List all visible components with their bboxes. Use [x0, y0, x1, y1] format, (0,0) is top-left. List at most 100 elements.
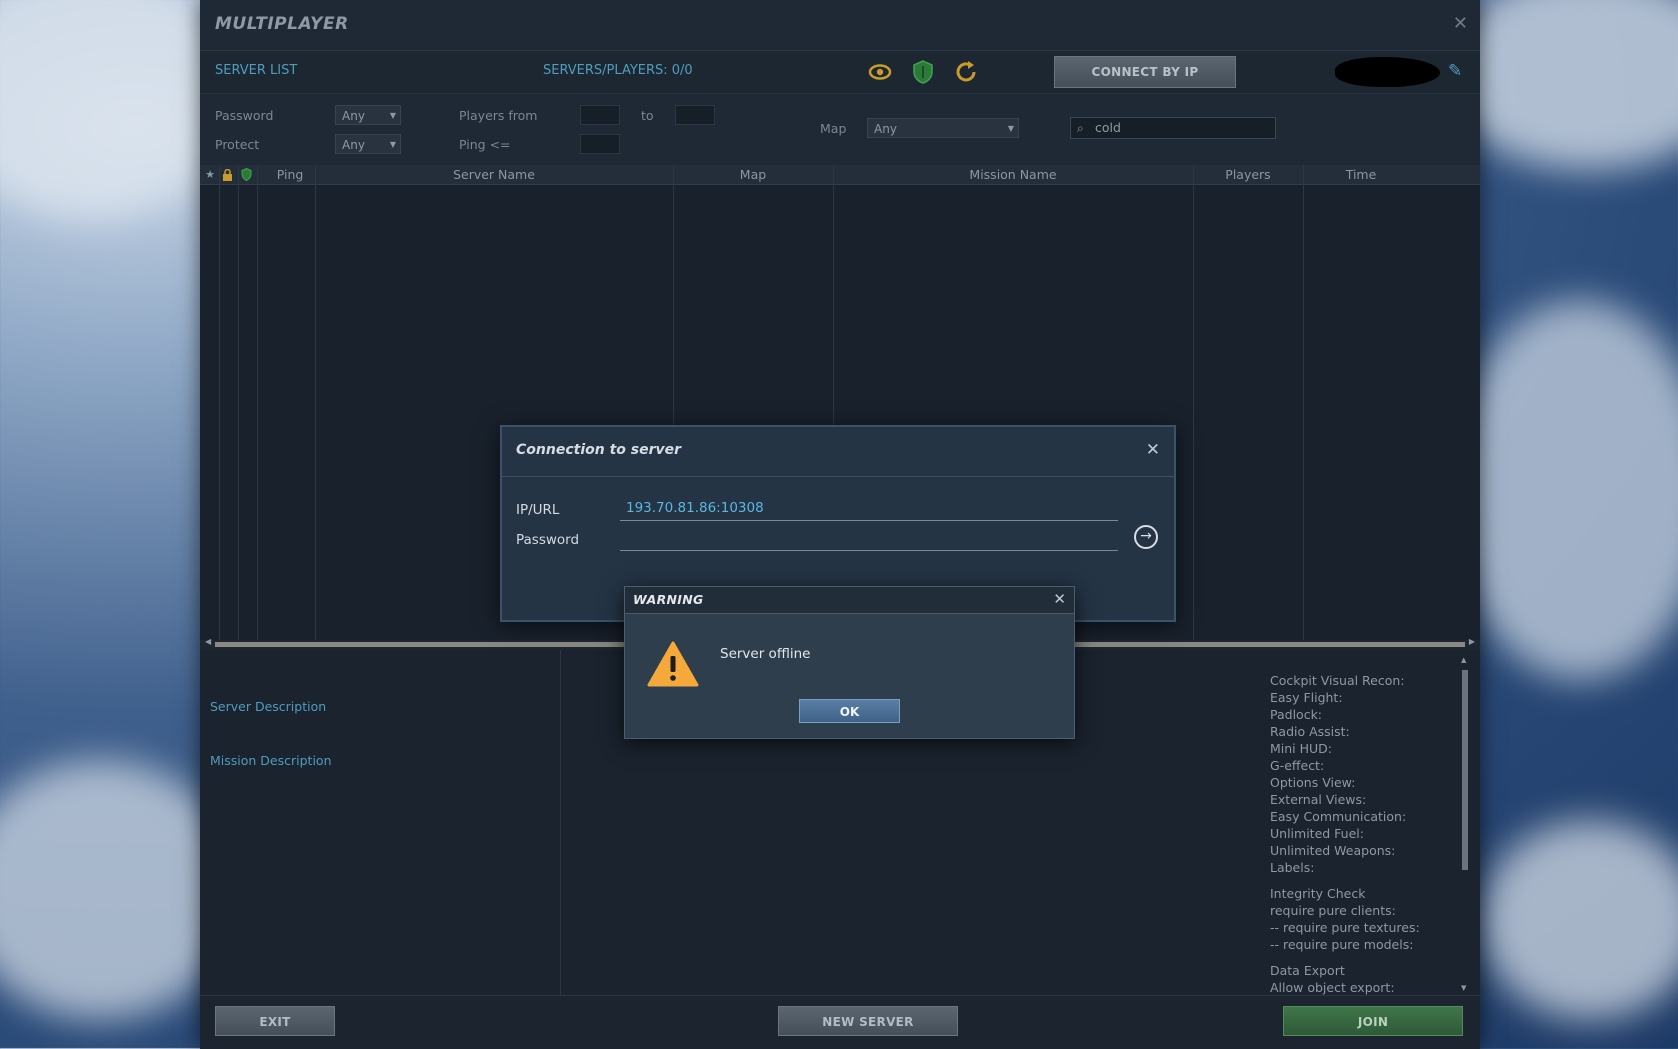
- connection-dialog-title: Connection to server: [516, 442, 682, 458]
- server-table-header: ★ Ping Server Name Map Mission Name Play…: [200, 165, 1480, 185]
- vertical-scrollbar[interactable]: ▲ ▼: [1461, 656, 1468, 992]
- background-cloud: [1450, 300, 1678, 680]
- lock-icon[interactable]: [222, 169, 233, 181]
- option-unlimited-weapons: Unlimited Weapons:: [1270, 843, 1396, 858]
- window-title: MULTIPLAYER: [215, 14, 349, 34]
- integrity-pure-clients: require pure clients:: [1270, 903, 1396, 918]
- map-filter-value: Any: [874, 122, 897, 136]
- toolbar: SERVER LIST SERVERS/PLAYERS: 0/0 CONNECT…: [200, 51, 1480, 93]
- shield-icon[interactable]: [241, 168, 252, 181]
- ip-url-label: IP/URL: [516, 502, 560, 518]
- edit-icon[interactable]: ✎: [1448, 61, 1462, 81]
- protect-filter-value: Any: [342, 138, 365, 152]
- column-time[interactable]: Time: [1303, 167, 1419, 182]
- column-divider: [315, 165, 316, 640]
- column-divider: [257, 165, 258, 640]
- players-to-label: to: [641, 108, 654, 123]
- avatar: [1335, 57, 1440, 87]
- password-input[interactable]: [620, 527, 1118, 551]
- password-filter-select[interactable]: Any ▼: [335, 105, 401, 125]
- option-labels: Labels:: [1270, 860, 1315, 875]
- chevron-down-icon: ▼: [389, 140, 396, 149]
- background-cloud: [1480, 820, 1678, 1020]
- details-divider: [560, 650, 561, 995]
- filters-panel: Password Any ▼ Protect Any ▼ Players from …: [200, 93, 1480, 166]
- data-export-object: Allow object export:: [1270, 980, 1395, 995]
- option-radio-assist: Radio Assist:: [1270, 724, 1350, 739]
- close-icon[interactable]: ✕: [1453, 13, 1468, 34]
- chevron-down-icon: ▼: [389, 111, 396, 120]
- protect-filter-label: Protect: [215, 137, 260, 152]
- scroll-left-icon[interactable]: ◀: [205, 637, 211, 646]
- column-divider: [1303, 165, 1304, 640]
- close-icon[interactable]: ✕: [1053, 590, 1066, 608]
- scroll-up-icon[interactable]: ▲: [1461, 656, 1466, 664]
- column-divider: [219, 165, 220, 640]
- column-divider: [1193, 165, 1194, 640]
- option-g-effect: G-effect:: [1270, 758, 1325, 773]
- integrity-pure-textures: -- require pure textures:: [1270, 920, 1420, 935]
- connect-by-ip-button[interactable]: CONNECT BY IP: [1054, 56, 1236, 88]
- players-from-input[interactable]: [580, 105, 620, 125]
- map-filter-label: Map: [820, 121, 847, 136]
- exit-button[interactable]: EXIT: [215, 1006, 335, 1036]
- search-icon: ⌕: [1077, 121, 1084, 135]
- option-padlock: Padlock:: [1270, 707, 1323, 722]
- warning-dialog-title: WARNING: [633, 592, 704, 607]
- password-filter-value: Any: [342, 109, 365, 123]
- warning-dialog-header: WARNING ✕: [625, 587, 1074, 614]
- integrity-check-heading: Integrity Check: [1270, 886, 1366, 901]
- server-options-list: Cockpit Visual Recon: Easy Flight: Padlo…: [1270, 672, 1420, 996]
- option-cockpit-visual-recon: Cockpit Visual Recon:: [1270, 673, 1405, 688]
- column-ping[interactable]: Ping: [260, 167, 320, 182]
- column-players[interactable]: Players: [1193, 167, 1303, 182]
- chevron-down-icon: ▼: [1007, 124, 1014, 133]
- data-export-heading: Data Export: [1270, 963, 1345, 978]
- option-options-view: Options View:: [1270, 775, 1356, 790]
- column-divider: [238, 165, 239, 640]
- scrollbar-thumb[interactable]: [1462, 670, 1468, 870]
- search-input[interactable]: ⌕ cold: [1070, 117, 1276, 139]
- shield-icon[interactable]: [910, 59, 936, 85]
- option-easy-communication: Easy Communication:: [1270, 809, 1407, 824]
- scroll-right-icon[interactable]: ▶: [1469, 637, 1475, 646]
- warning-dialog: WARNING ✕ Server offline OK: [624, 586, 1075, 739]
- option-mini-hud: Mini HUD:: [1270, 741, 1333, 756]
- map-filter-select[interactable]: Any ▼: [867, 118, 1019, 138]
- mission-description-link[interactable]: Mission Description: [210, 753, 332, 768]
- ok-button[interactable]: OK: [799, 699, 900, 723]
- column-map[interactable]: Map: [673, 167, 833, 182]
- join-button[interactable]: JOIN: [1283, 1006, 1463, 1036]
- integrity-pure-models: -- require pure models:: [1270, 937, 1414, 952]
- server-description-link[interactable]: Server Description: [210, 699, 326, 714]
- option-unlimited-fuel: Unlimited Fuel:: [1270, 826, 1364, 841]
- footer-bar: EXIT NEW SERVER JOIN: [200, 995, 1480, 1049]
- new-server-button[interactable]: NEW SERVER: [778, 1006, 958, 1036]
- column-server-name[interactable]: Server Name: [315, 167, 673, 182]
- protect-filter-select[interactable]: Any ▼: [335, 134, 401, 154]
- server-list-tab[interactable]: SERVER LIST: [215, 63, 297, 78]
- connection-dialog-header: Connection to server ✕: [502, 427, 1174, 477]
- refresh-icon[interactable]: [953, 59, 979, 85]
- title-bar: MULTIPLAYER ✕: [200, 0, 1480, 51]
- eye-icon[interactable]: [867, 59, 893, 85]
- players-to-input[interactable]: [675, 105, 715, 125]
- servers-players-count: SERVERS/PLAYERS: 0/0: [543, 63, 693, 78]
- column-mission-name[interactable]: Mission Name: [833, 167, 1193, 182]
- warning-icon: [647, 641, 699, 687]
- ping-filter-label: Ping <=: [459, 137, 511, 152]
- players-from-label: Players from: [459, 108, 538, 123]
- password-label: Password: [516, 532, 580, 548]
- scroll-down-icon[interactable]: ▼: [1461, 984, 1466, 992]
- warning-message: Server offline: [720, 646, 811, 662]
- ping-filter-input[interactable]: [580, 134, 620, 154]
- ip-url-input[interactable]: 193.70.81.86:10308: [620, 497, 1118, 521]
- star-icon[interactable]: ★: [204, 168, 216, 181]
- password-filter-label: Password: [215, 108, 274, 123]
- connect-arrow-icon[interactable]: →: [1134, 525, 1158, 549]
- option-external-views: External Views:: [1270, 792, 1367, 807]
- search-value: cold: [1095, 120, 1121, 135]
- close-icon[interactable]: ✕: [1146, 440, 1160, 460]
